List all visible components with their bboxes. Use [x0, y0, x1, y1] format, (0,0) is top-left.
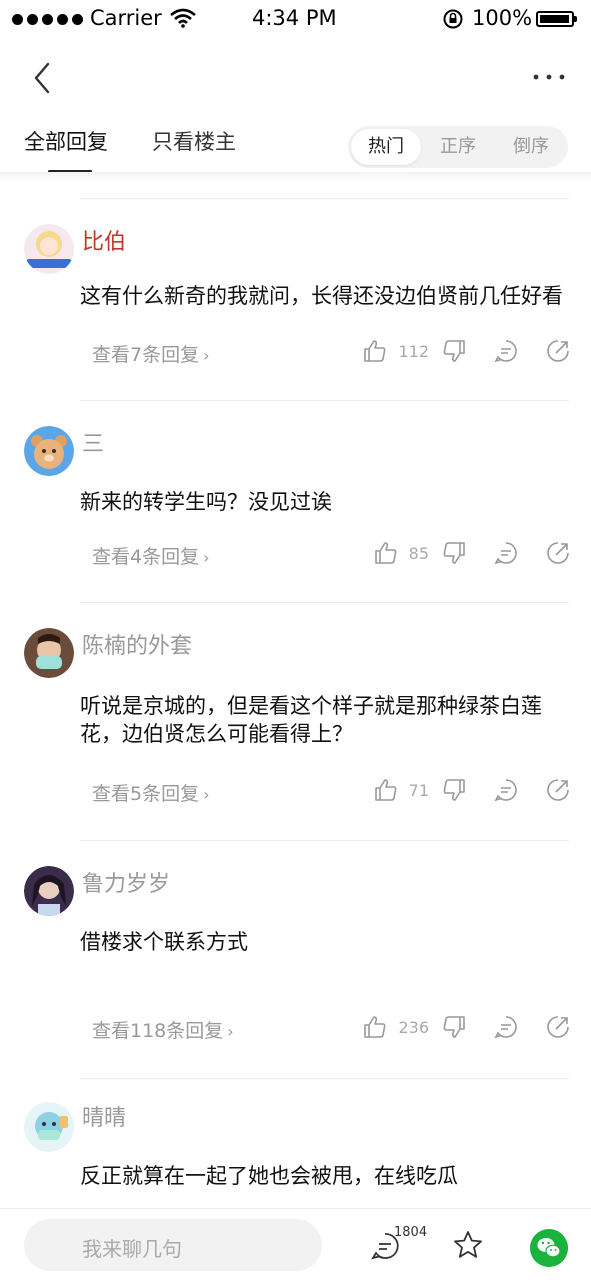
view-replies-link[interactable]: 查看118条回复 ›: [92, 1016, 234, 1043]
nav-bar: [0, 50, 591, 106]
comment-screen: Carrier 4:34 PM 100% 全部回复 只看楼主 热门 正序 倒序 …: [0, 0, 591, 1280]
divider: [80, 602, 569, 603]
thumbs-down-icon[interactable]: [441, 777, 467, 803]
comment-actions: 71: [373, 775, 571, 805]
thumbs-up-icon[interactable]: [362, 338, 388, 364]
view-replies-link[interactable]: 查看4条回复 ›: [92, 542, 210, 569]
back-icon[interactable]: [28, 58, 58, 98]
like-count: 71: [408, 780, 429, 800]
avatar[interactable]: [24, 628, 74, 678]
comment-text: 听说是京城的，但是看这个样子就是那种绿茶白莲花，边伯贤怎么可能看得上？: [80, 694, 542, 746]
divider: [80, 198, 569, 199]
view-replies-link[interactable]: 查看5条回复 ›: [92, 779, 210, 806]
more-icon[interactable]: [529, 62, 569, 92]
comment-username[interactable]: 比伯: [82, 224, 126, 256]
like-count: 112: [398, 341, 429, 361]
like-count: 85: [408, 543, 429, 563]
chevron-right-icon: ›: [227, 1022, 234, 1041]
signal-icon: [12, 14, 83, 25]
comment-username[interactable]: 陈楠的外套: [82, 628, 192, 660]
tab-all-replies[interactable]: 全部回复: [24, 126, 108, 156]
comment-input[interactable]: 我来聊几句: [24, 1219, 322, 1271]
battery-percent: 100%: [472, 6, 533, 30]
comment-input-placeholder: 我来聊几句: [82, 1237, 182, 1261]
bottom-bar: 我来聊几句 1804: [0, 1208, 591, 1280]
rotation-lock-icon: [443, 9, 463, 29]
sort-hot-button[interactable]: 热门: [351, 129, 421, 165]
divider: [80, 840, 569, 841]
avatar[interactable]: [24, 426, 74, 476]
like-count: 236: [398, 1017, 429, 1037]
comment-username[interactable]: 鲁力岁岁: [82, 866, 170, 898]
thumbs-up-icon[interactable]: [373, 777, 399, 803]
wifi-icon: [170, 8, 196, 28]
chevron-right-icon: ›: [203, 548, 210, 567]
avatar[interactable]: [24, 224, 74, 274]
view-replies-link[interactable]: 查看7条回复 ›: [92, 340, 210, 367]
divider: [80, 400, 569, 401]
divider: [80, 1078, 569, 1079]
thumbs-up-icon[interactable]: [362, 1014, 388, 1040]
share-icon[interactable]: [545, 1014, 571, 1040]
reply-tabs: 全部回复 只看楼主 热门 正序 倒序: [0, 118, 591, 178]
view-replies-label: 查看7条回复: [92, 344, 200, 366]
sort-toggle: 热门 正序 倒序: [348, 126, 568, 168]
comment-text: 这有什么新奇的我就问，长得还没边伯贤前几任好看: [80, 284, 563, 308]
view-replies-label: 查看4条回复: [92, 546, 200, 568]
sort-desc-button[interactable]: 倒序: [496, 129, 566, 165]
chevron-right-icon: ›: [203, 785, 210, 804]
reply-icon[interactable]: [493, 540, 519, 566]
sort-asc-button[interactable]: 正序: [423, 129, 493, 165]
comment-actions: 85: [373, 538, 571, 568]
avatar[interactable]: [24, 866, 74, 916]
reply-icon[interactable]: [493, 777, 519, 803]
wechat-icon[interactable]: [530, 1229, 568, 1267]
clock: 4:34 PM: [252, 6, 337, 30]
thumbs-down-icon[interactable]: [441, 1014, 467, 1040]
comment-text: 借楼求个联系方式: [80, 930, 248, 954]
reply-icon[interactable]: [493, 338, 519, 364]
share-icon[interactable]: [545, 540, 571, 566]
view-replies-label: 查看118条回复: [92, 1020, 224, 1042]
comment-actions: 236: [362, 1012, 571, 1042]
share-icon[interactable]: [545, 338, 571, 364]
share-icon[interactable]: [545, 777, 571, 803]
comment-username[interactable]: 晴晴: [82, 1100, 126, 1132]
star-icon[interactable]: [452, 1229, 484, 1261]
comment-text: 反正就算在一起了她也会被甩，在线吃瓜: [80, 1164, 458, 1188]
view-replies-label: 查看5条回复: [92, 783, 200, 805]
chevron-right-icon: ›: [203, 346, 210, 365]
tab-owner-only[interactable]: 只看楼主: [152, 126, 236, 156]
comment-text: 新来的转学生吗？没见过诶: [80, 490, 332, 514]
thumbs-up-icon[interactable]: [373, 540, 399, 566]
thumbs-down-icon[interactable]: [441, 338, 467, 364]
battery-icon: [536, 11, 577, 27]
avatar[interactable]: [24, 1102, 74, 1152]
thumbs-down-icon[interactable]: [441, 540, 467, 566]
status-bar: Carrier 4:34 PM 100%: [0, 0, 591, 40]
reply-icon[interactable]: [493, 1014, 519, 1040]
comment-actions: 112: [362, 336, 571, 366]
tabs-divider: [0, 172, 591, 182]
comment-username[interactable]: 三: [82, 426, 104, 458]
carrier-label: Carrier: [90, 6, 162, 30]
comment-count-badge: 1804: [394, 1225, 428, 1240]
